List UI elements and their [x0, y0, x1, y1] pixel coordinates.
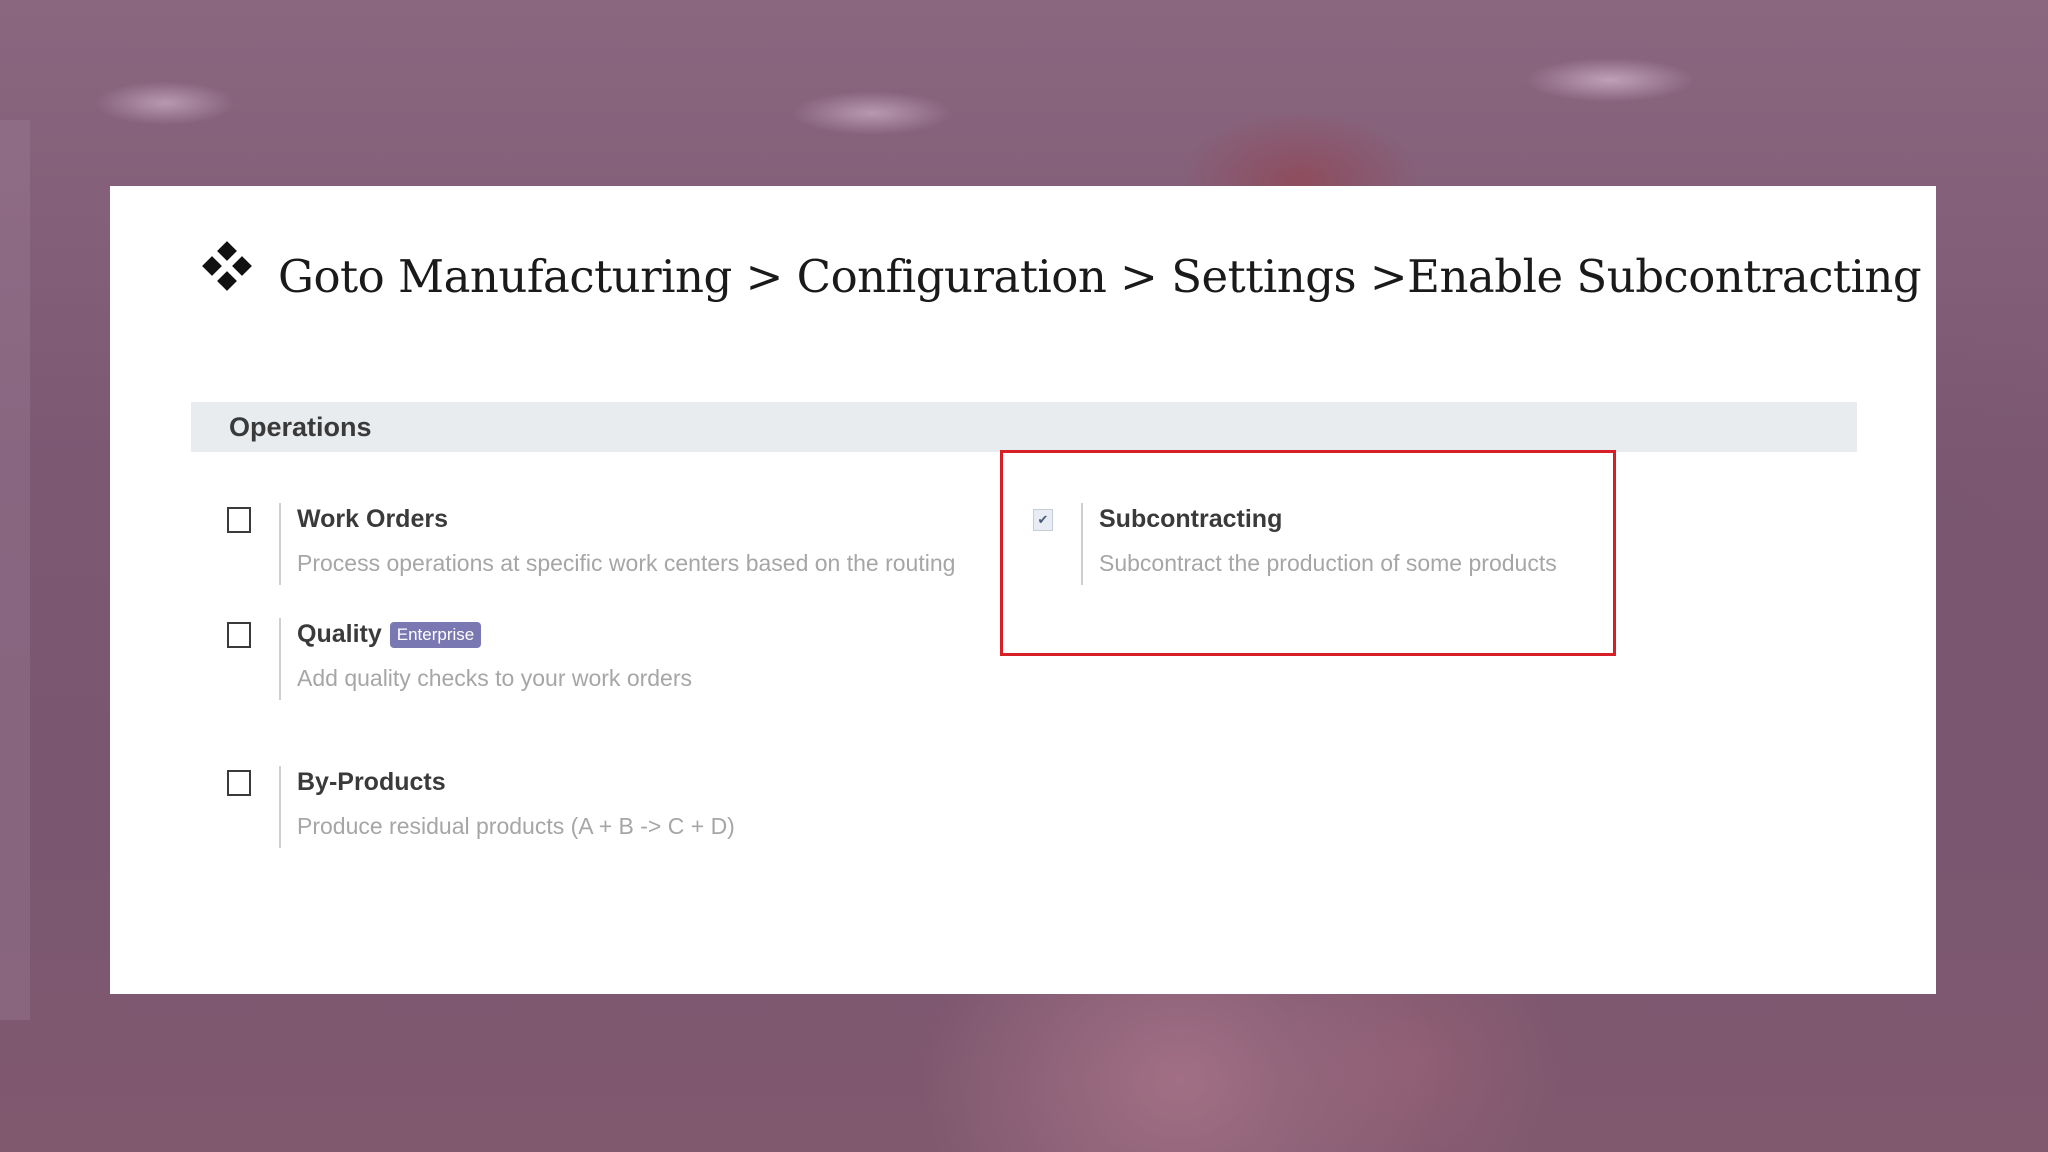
enterprise-badge: Enterprise — [389, 621, 482, 648]
heading-text: Goto Manufacturing > Configuration > Set… — [278, 249, 1922, 303]
operations-section-header: Operations — [191, 402, 1857, 452]
four-diamond-bullet-icon — [200, 241, 256, 298]
setting-divider — [279, 503, 281, 585]
background-window-frame — [0, 120, 30, 1020]
setting-label-text: By-Products — [297, 768, 446, 796]
by-products-description: Produce residual products (A + B -> C + … — [297, 813, 735, 839]
slide-heading: Goto Manufacturing > Configuration > Set… — [200, 241, 1922, 304]
setting-divider — [279, 618, 281, 700]
quality-checkbox[interactable] — [227, 622, 251, 648]
by-products-checkbox[interactable] — [227, 770, 251, 796]
work-orders-description: Process operations at specific work cent… — [297, 550, 956, 576]
setting-divider — [279, 766, 281, 848]
setting-quality: Quality Enterprise Add quality checks to… — [227, 618, 692, 700]
quality-description: Add quality checks to your work orders — [297, 665, 693, 691]
work-orders-label: Work Orders — [297, 505, 955, 534]
section-title: Operations — [229, 412, 372, 442]
work-orders-checkbox[interactable] — [227, 507, 251, 533]
setting-label-text: Work Orders — [297, 505, 448, 533]
subcontracting-highlight-box — [1000, 450, 1616, 656]
quality-label: Quality Enterprise — [297, 620, 692, 649]
setting-by-products: By-Products Produce residual products (A… — [227, 766, 735, 848]
by-products-label: By-Products — [297, 768, 735, 797]
setting-label-text: Quality — [297, 620, 382, 648]
setting-work-orders: Work Orders Process operations at specif… — [227, 503, 955, 585]
slide-card: Goto Manufacturing > Configuration > Set… — [110, 186, 1936, 994]
